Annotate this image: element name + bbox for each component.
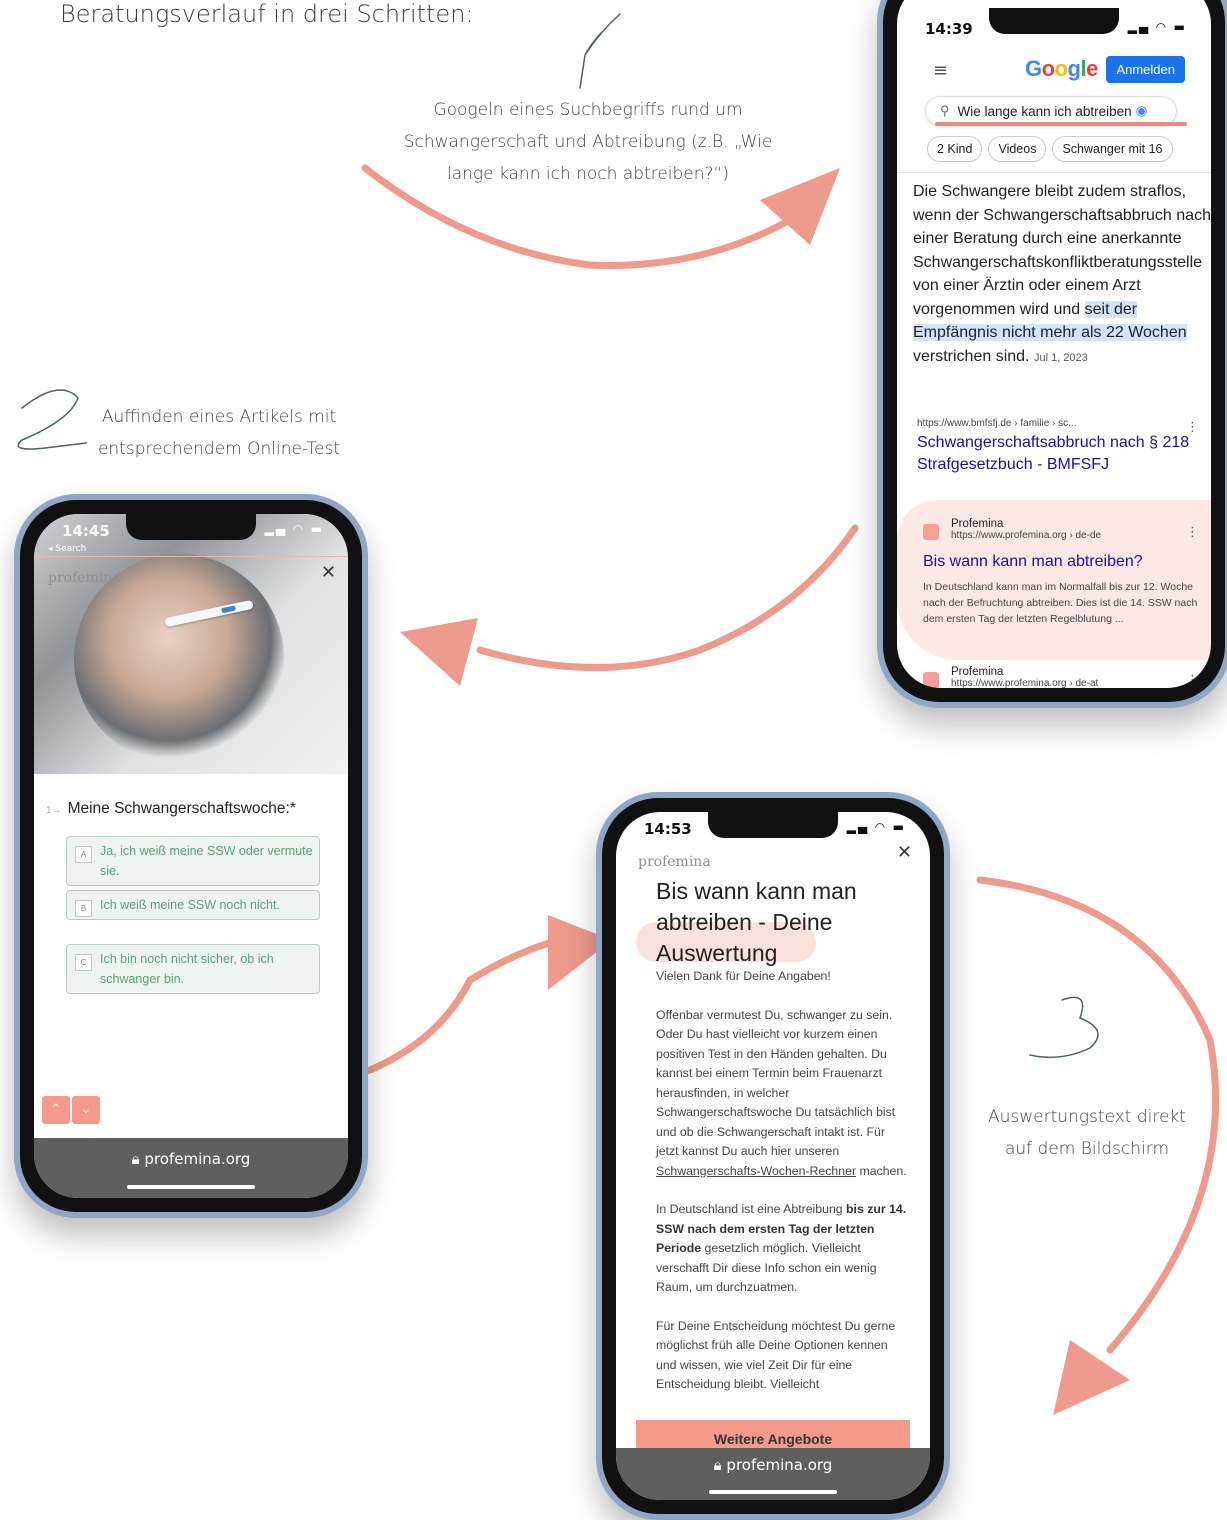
quiz-screen: 14:45 ▂▄ ◠ ▬ ◂ Search profemina ✕ 1→ Mein… [34, 514, 348, 1198]
url-text: profemina.org [144, 1150, 251, 1168]
home-indicator [127, 1185, 255, 1189]
phone-result: 14:53 ▂▄ ◠ ▬ profemina ✕ Bis wann kann m… [596, 792, 950, 1520]
option-a[interactable]: A Ja, ich weiß meine SSW oder vermute si… [66, 836, 320, 886]
url-bar[interactable]: 🔒︎ profemina.org [34, 1138, 348, 1198]
result-2-url: https://www.profemina.org › de-de [951, 530, 1102, 541]
result-2-title[interactable]: Bis wann kann man abtreiben? [923, 551, 1211, 573]
close-icon[interactable]: ✕ [897, 842, 912, 863]
profemina-logo: profemina [48, 570, 121, 586]
step-2-caption: Auffinden eines Artikels mit entsprechen… [97, 407, 341, 459]
kebab-icon[interactable]: ⋮ [1186, 673, 1199, 688]
result-title: Bis wann kann man abtreiben - Deine Ausw… [656, 878, 857, 966]
search-query: Wie lange kann ich abtreiben [957, 103, 1132, 119]
result-text: Vielen Dank für Deine Angaben! Offenbar … [656, 967, 908, 1414]
result-3: Profemina https://www.profemina.org › de… [923, 666, 1211, 688]
result-3-site: Profemina [951, 666, 1004, 678]
step-1-digit [579, 13, 621, 89]
featured-snippet: Die Schwangere bleibt zudem straflos, we… [913, 183, 1211, 365]
chip-2-kind[interactable]: 2 Kind [927, 136, 983, 162]
status-time: 14:39 [925, 20, 973, 38]
phone-online-test: 14:45 ▂▄ ◠ ▬ ◂ Search profemina ✕ 1→ Mein… [14, 494, 368, 1218]
result-2-description: In Deutschland kann man im Normalfall bi… [923, 581, 1198, 625]
arrow-4-head [1053, 1340, 1130, 1415]
profemina-logo: profemina [638, 854, 711, 870]
home-indicator [709, 1490, 837, 1494]
kebab-icon[interactable]: ⋮ [1186, 525, 1199, 540]
hamburger-icon[interactable]: ≡ [933, 60, 948, 81]
status-icons: ▂▄ ◠ ▬ [846, 820, 906, 834]
paragraph-3: Für Deine Entscheidung möchtest Du gerne… [656, 1318, 896, 1392]
lens-icon[interactable]: ◉ [1136, 103, 1148, 119]
google-logo: Google [1025, 56, 1098, 81]
nav-buttons: ⌃ ⌄ [42, 1096, 100, 1124]
lock-icon: 🔒︎ [713, 1456, 722, 1474]
thanks-text: Vielen Dank für Deine Angaben! [656, 969, 831, 983]
week-calculator-link[interactable]: Schwangerschafts-Wochen-Rechner [656, 1164, 856, 1178]
arrow-2 [476, 524, 859, 671]
result-screen: 14:53 ▂▄ ◠ ▬ profemina ✕ Bis wann kann m… [616, 812, 930, 1500]
result-2-site: Profemina [951, 518, 1004, 530]
lock-icon: 🔒︎ [131, 1150, 140, 1168]
chip-schwanger-mit-16[interactable]: Schwanger mit 16 [1052, 136, 1173, 162]
step-1-caption: Googeln eines Suchbegriffs rund um Schwa… [403, 100, 773, 184]
step-2-digit [17, 389, 87, 450]
step-3-digit [1029, 996, 1099, 1059]
arrow-2-head [400, 618, 478, 686]
step-3-caption: Auswertungstext direkt auf dem Bildschir… [988, 1107, 1186, 1159]
url-bar[interactable]: 🔒︎ profemina.org [616, 1448, 930, 1500]
status-icons: ▂▄ ◠ ▬ [1127, 20, 1187, 34]
snippet-date: Jul 1, 2023 [1033, 351, 1088, 364]
result-1: https://www.bmfsfj.de › familie › sc... … [917, 418, 1211, 476]
question-label: 1→ Meine Schwangerschaftswoche:* [46, 800, 296, 817]
phone-google-search: 14:39 ▂▄ ◠ ▬ ≡ Google Anmelden ⚲ Wie lan… [877, 0, 1227, 708]
status-time: 14:45 [62, 522, 110, 540]
status-icons: ▂▄ ◠ ▬ [264, 522, 324, 536]
profemina-favicon [923, 524, 939, 540]
result-1-url: https://www.bmfsfj.de › familie › sc... [917, 418, 1077, 429]
result-3-url: https://www.profemina.org › de-at [951, 678, 1099, 688]
close-icon[interactable]: ✕ [321, 562, 336, 583]
option-c[interactable]: C Ich bin noch nicht sicher, ob ich schw… [66, 944, 320, 994]
back-to-search[interactable]: ◂ Search [48, 544, 86, 554]
result-1-title[interactable]: Schwangerschaftsabbruch nach § 218 Straf… [917, 432, 1211, 476]
chevron-down-icon[interactable]: ⌄ [72, 1096, 100, 1124]
paragraph-2: In Deutschland ist eine Abtreibung bis z… [656, 1202, 907, 1294]
profemina-favicon [923, 672, 939, 688]
url-text: profemina.org [726, 1456, 833, 1474]
login-button[interactable]: Anmelden [1106, 56, 1185, 83]
status-time: 14:53 [644, 820, 692, 838]
option-b[interactable]: B Ich weiß meine SSW noch nicht. [66, 890, 320, 920]
chip-videos[interactable]: Videos [988, 136, 1047, 162]
chevron-up-icon[interactable]: ⌃ [42, 1096, 70, 1124]
google-screen: 14:39 ▂▄ ◠ ▬ ≡ Google Anmelden ⚲ Wie lan… [897, 0, 1211, 688]
filter-chips: 2 Kind Videos Schwanger mit 16 [927, 136, 1173, 162]
kebab-icon[interactable]: ⋮ [1186, 420, 1199, 435]
search-underline [935, 122, 1187, 126]
result-2: Profemina https://www.profemina.org › de… [923, 518, 1211, 627]
paragraph-1: Offenbar vermutest Du, schwanger zu sein… [656, 1007, 907, 1178]
magnifier-icon: ⚲ [940, 103, 950, 118]
